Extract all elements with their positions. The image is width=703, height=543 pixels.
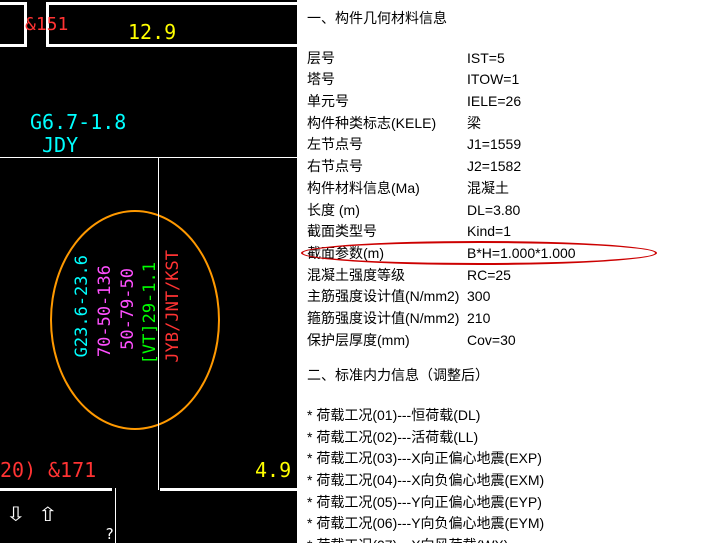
info-row: 截面类型号Kind=1 (307, 221, 693, 243)
info-value: IELE=26 (467, 91, 693, 113)
info-row: 箍筋强度设计值(N/mm2)210 (307, 308, 693, 330)
info-label: 主筋强度设计值(N/mm2) (307, 286, 467, 308)
cad-line (46, 2, 297, 5)
load-case-line: * 荷载工况(03)---X向正偏心地震(EXP) (307, 448, 693, 470)
cad-arrow-right: ⇧ (38, 498, 58, 528)
load-case-line: * 荷载工况(02)---活荷载(LL) (307, 427, 693, 449)
info-row: 保护层厚度(mm)Cov=30 (307, 330, 693, 352)
info-row: 右节点号J2=1582 (307, 156, 693, 178)
info-value: Cov=30 (467, 330, 693, 352)
info-row: 构件种类标志(KELE)梁 (307, 113, 693, 135)
info-label: 塔号 (307, 69, 467, 91)
info-row: 层号IST=5 (307, 48, 693, 70)
info-row: 截面参数(m)B*H=1.000*1.000 (307, 243, 693, 265)
info-row: 塔号ITOW=1 (307, 69, 693, 91)
cad-vert-70-50: 70-50-136 (95, 265, 115, 357)
info-value: Kind=1 (467, 221, 693, 243)
load-case-line: * 荷载工况(06)---Y向负偏心地震(EYM) (307, 513, 693, 535)
section2-title: 二、标准内力信息（调整后） (307, 365, 693, 387)
cad-vert-50-79: 50-79-50 (118, 268, 138, 350)
cad-viewport[interactable]: &151 12.9 G6.7-1.8 JDY G23.6-23.6 70-50-… (0, 0, 297, 543)
cad-beam-label: G6.7-1.8 (30, 110, 126, 134)
info-value: J1=1559 (467, 134, 693, 156)
member-info-panel: 一、构件几何材料信息 层号IST=5塔号ITOW=1单元号IELE=26构件种类… (297, 0, 703, 543)
cad-vert-line (158, 157, 159, 490)
info-label: 单元号 (307, 91, 467, 113)
info-value: 300 (467, 286, 693, 308)
load-case-line: * 荷载工况(05)---Y向正偏心地震(EYP) (307, 492, 693, 514)
info-value: RC=25 (467, 265, 693, 287)
cad-bottom-dim: 4.9 (255, 458, 291, 482)
cad-qmark: ? (105, 525, 114, 543)
cad-vert-jyb: JYB/JNT/KST (163, 250, 183, 363)
info-value: IST=5 (467, 48, 693, 70)
info-row: 长度 (m)DL=3.80 (307, 200, 693, 222)
cad-bottom-line (0, 488, 112, 491)
cad-line (0, 2, 24, 5)
info-row: 构件材料信息(Ma)混凝土 (307, 178, 693, 200)
info-label: 层号 (307, 48, 467, 70)
info-row: 混凝土强度等级RC=25 (307, 265, 693, 287)
info-label: 左节点号 (307, 134, 467, 156)
cad-dim-top: 12.9 (128, 20, 176, 44)
info-label: 构件材料信息(Ma) (307, 178, 467, 200)
info-row: 左节点号J1=1559 (307, 134, 693, 156)
info-label: 箍筋强度设计值(N/mm2) (307, 308, 467, 330)
cad-bottom-20: 20) (0, 458, 36, 482)
info-label: 构件种类标志(KELE) (307, 113, 467, 135)
cad-jdy-label: JDY (42, 133, 78, 157)
load-case-line: * 荷载工况(01)---恒荷载(DL) (307, 405, 693, 427)
info-label: 截面类型号 (307, 221, 467, 243)
cad-label-151: &151 (25, 14, 68, 35)
info-value: J2=1582 (467, 156, 693, 178)
info-value: 混凝土 (467, 178, 693, 200)
cad-section-line (0, 157, 297, 158)
load-case-line: * 荷载工况(04)---X向负偏心地震(EXM) (307, 470, 693, 492)
info-value: B*H=1.000*1.000 (467, 243, 693, 265)
section1-title: 一、构件几何材料信息 (307, 8, 693, 30)
info-label: 长度 (m) (307, 200, 467, 222)
info-label: 截面参数(m) (307, 243, 467, 265)
cad-bottom-line2 (160, 488, 297, 491)
info-row: 单元号IELE=26 (307, 91, 693, 113)
cad-line (0, 44, 24, 47)
cad-vert-line2 (115, 488, 116, 543)
cad-bottom-171: &171 (48, 458, 96, 482)
cad-vert-g23: G23.6-23.6 (72, 255, 92, 357)
cad-arrow-left: ⇩ (6, 498, 26, 528)
info-label: 右节点号 (307, 156, 467, 178)
info-label: 保护层厚度(mm) (307, 330, 467, 352)
info-value: 梁 (467, 113, 693, 135)
info-row: 主筋强度设计值(N/mm2)300 (307, 286, 693, 308)
cad-vert-vt29: [VT]29-1.1 (140, 262, 160, 364)
info-value: DL=3.80 (467, 200, 693, 222)
info-label: 混凝土强度等级 (307, 265, 467, 287)
cad-line (46, 44, 297, 47)
info-value: 210 (467, 308, 693, 330)
load-case-line: * 荷载工况(07)---X向风荷载(WX) (307, 535, 693, 543)
info-value: ITOW=1 (467, 69, 693, 91)
